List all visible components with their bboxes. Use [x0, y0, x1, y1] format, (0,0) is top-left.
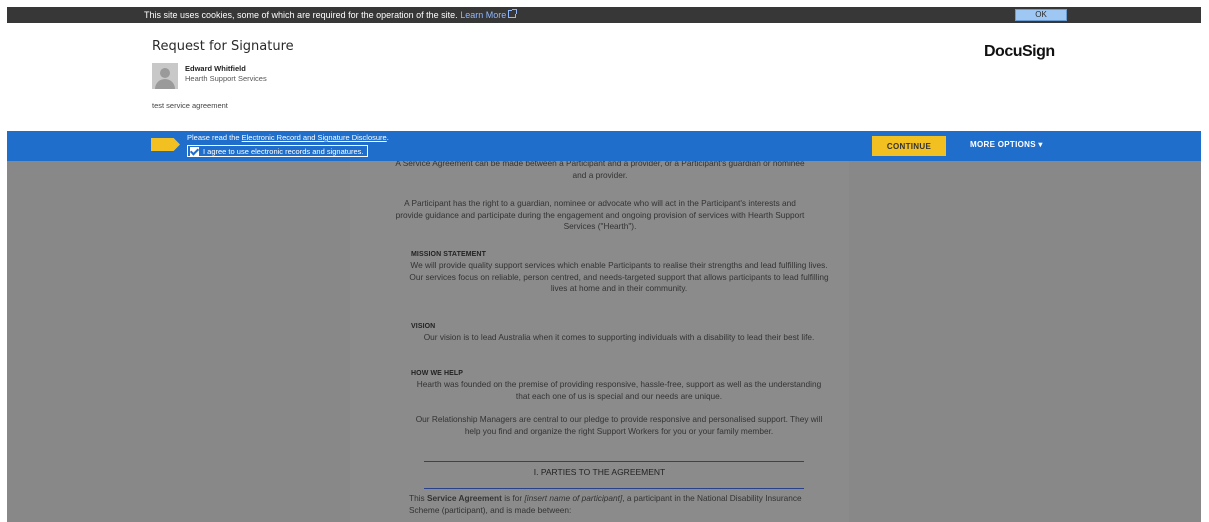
avatar-body [155, 79, 175, 89]
agree-consent-control[interactable]: I agree to use electronic records and si… [187, 145, 368, 157]
section-rule-bottom [424, 488, 804, 489]
page-title: Request for Signature [152, 39, 294, 54]
mission-paragraph: We will provide quality support services… [409, 260, 829, 294]
envelope-header: Request for Signature Edward Whitfield H… [0, 23, 1209, 131]
cookie-message: This site uses cookies, some of which ar… [144, 9, 518, 21]
learn-more-link[interactable]: Learn More [460, 10, 506, 20]
agree-label: I agree to use electronic records and si… [203, 146, 364, 156]
envelope-message: test service agreement [152, 101, 228, 110]
relationship-managers-paragraph: Our Relationship Managers are central to… [415, 414, 823, 436]
how-we-help-paragraph: Hearth was founded on the premise of pro… [416, 379, 822, 401]
start-arrow-icon [151, 138, 180, 151]
agreement-bold: Service Agreement [427, 493, 502, 503]
external-link-icon [508, 9, 518, 18]
avatar-head [160, 68, 170, 78]
docusign-logo: DocuSign [984, 43, 1055, 60]
sender-company: Hearth Support Services [185, 74, 267, 83]
cookie-ok-button[interactable]: OK [1015, 9, 1067, 21]
sender-name: Edward Whitfield [185, 64, 246, 73]
document-viewer[interactable]: A Service Agreement can be made between … [7, 161, 1201, 522]
continue-button[interactable]: CONTINUE [872, 136, 946, 156]
disclosure-notice: Please read the Electronic Record and Si… [187, 133, 389, 142]
parties-heading: I. PARTIES TO THE AGREEMENT [533, 467, 666, 477]
rights-paragraph: A Participant has the right to a guardia… [395, 198, 805, 232]
section-rule-top [424, 461, 804, 462]
cookie-text: This site uses cookies, some of which ar… [144, 10, 458, 20]
intro-paragraph: A Service Agreement can be made between … [395, 161, 805, 180]
action-bar: Please read the Electronic Record and Si… [7, 131, 1201, 161]
vision-heading: VISION [411, 323, 436, 330]
disclosure-suffix: . [386, 133, 389, 142]
agreement-prefix: This [409, 493, 425, 503]
sender-avatar [152, 63, 178, 89]
document-page: A Service Agreement can be made between … [350, 161, 849, 522]
how-we-help-heading: HOW WE HELP [411, 370, 464, 377]
participant-placeholder: [insert name of participant] [524, 493, 623, 503]
mission-heading: MISSION STATEMENT [411, 251, 486, 258]
disclosure-prefix: Please read the [187, 133, 240, 142]
agreement-paragraph: This Service Agreement is for [insert na… [409, 493, 829, 516]
cookie-banner: This site uses cookies, some of which ar… [7, 7, 1201, 23]
agree-checkbox[interactable] [190, 146, 199, 156]
agreement-mid: is for [504, 493, 523, 503]
more-options-menu[interactable]: MORE OPTIONS ▾ [970, 140, 1043, 149]
vision-paragraph: Our vision is to lead Australia when it … [423, 332, 815, 342]
disclosure-link[interactable]: Electronic Record and Signature Disclosu… [242, 133, 387, 142]
